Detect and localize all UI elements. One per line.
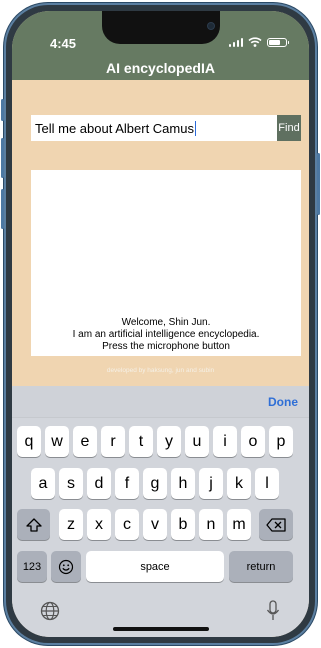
search-input-text: Tell me about Albert Camus (35, 120, 194, 136)
screen: 4:45 AI encyclopedIA Tell me about Alber… (12, 11, 309, 637)
key[interactable]: q (17, 426, 41, 457)
status-time: 4:45 (50, 36, 77, 51)
space-key[interactable]: space (86, 551, 224, 582)
shift-icon (25, 517, 42, 532)
battery-icon (267, 38, 289, 47)
backspace-icon (266, 517, 286, 532)
emoji-icon (58, 559, 74, 574)
key[interactable]: k (227, 468, 251, 499)
search-input[interactable]: Tell me about Albert Camus (31, 115, 277, 141)
key[interactable]: c (115, 509, 139, 540)
key[interactable]: y (157, 426, 181, 457)
globe-icon[interactable] (40, 601, 60, 621)
key[interactable]: i (213, 426, 237, 457)
home-indicator (113, 627, 209, 631)
key[interactable]: h (171, 468, 195, 499)
find-button[interactable]: Find (277, 115, 301, 141)
key[interactable]: j (199, 468, 223, 499)
key[interactable]: w (45, 426, 69, 457)
signal-icon (228, 38, 243, 47)
key[interactable]: t (129, 426, 153, 457)
response-panel: Welcome, Shin Jun. I am an artificial in… (31, 170, 301, 356)
key[interactable]: f (115, 468, 139, 499)
key[interactable]: m (227, 509, 251, 540)
key[interactable]: a (31, 468, 55, 499)
key[interactable]: v (143, 509, 167, 540)
status-icons (228, 37, 289, 47)
key[interactable]: x (87, 509, 111, 540)
emoji-key[interactable] (51, 551, 81, 582)
camera-icon (208, 23, 214, 29)
keyboard-toolbar: Done (12, 386, 309, 418)
credit-text: developed by haksung, jun and subin (106, 367, 215, 374)
key[interactable]: z (59, 509, 83, 540)
app-title: AI encyclopedIA (106, 60, 215, 76)
search-bar: Tell me about Albert Camus Find (31, 115, 301, 141)
key[interactable]: n (199, 509, 223, 540)
key[interactable]: l (255, 468, 279, 499)
numbers-key[interactable]: 123 (17, 551, 47, 582)
mute-switch (1, 99, 4, 121)
microphone-icon[interactable] (266, 600, 280, 622)
welcome-message: Welcome, Shin Jun. I am an artificial in… (31, 317, 301, 353)
phone-frame: 4:45 AI encyclopedIA Tell me about Alber… (1, 3, 320, 645)
welcome-line: Welcome, Shin Jun. (121, 317, 211, 328)
key[interactable]: g (143, 468, 167, 499)
key[interactable]: d (87, 468, 111, 499)
key[interactable]: e (73, 426, 97, 457)
power-button (317, 153, 320, 215)
volume-down-button (1, 189, 4, 229)
welcome-line: I am an artificial intelligence encyclop… (72, 329, 260, 340)
notch (102, 11, 220, 44)
delete-key[interactable] (259, 509, 293, 540)
return-key[interactable]: return (229, 551, 293, 582)
key[interactable]: r (101, 426, 125, 457)
shift-key[interactable] (17, 509, 50, 540)
keyboard: Done q w e r t y u i o p a s d f g h j k… (12, 386, 309, 637)
text-cursor (194, 120, 197, 136)
volume-up-button (1, 138, 4, 178)
welcome-line: Press the microphone button (102, 341, 230, 352)
wifi-icon (248, 37, 262, 47)
key[interactable]: p (269, 426, 293, 457)
key[interactable]: u (185, 426, 209, 457)
key[interactable]: b (171, 509, 195, 540)
key[interactable]: s (59, 468, 83, 499)
app-header: 4:45 AI encyclopedIA (12, 11, 309, 80)
key[interactable]: o (241, 426, 265, 457)
done-button[interactable]: Done (268, 395, 298, 409)
